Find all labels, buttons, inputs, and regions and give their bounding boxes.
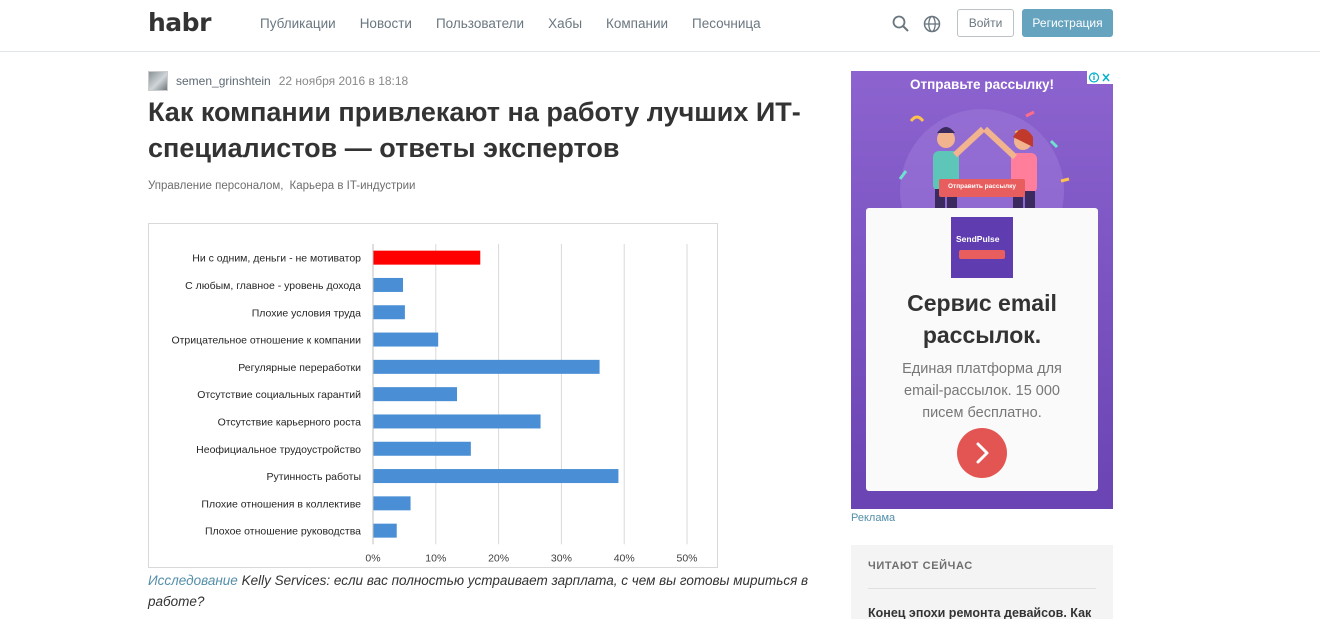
post-date: 22 ноября 2016 в 18:18 [278, 74, 409, 88]
globe-icon[interactable] [922, 14, 942, 34]
bar [373, 305, 405, 320]
ad-title: Сервис email рассылок. [907, 290, 1057, 348]
divider [868, 588, 1096, 589]
register-button[interactable]: Регистрация [1022, 9, 1113, 37]
category-label: Регулярные переработки [238, 362, 361, 374]
ad-go-button[interactable] [957, 428, 1007, 478]
bar [373, 359, 600, 374]
post-meta: semen_grinshtein 22 ноября 2016 в 18:18 [148, 70, 408, 92]
ad-illustration-button: Отправить рассылку [947, 183, 1017, 190]
ad-description: Единая платформа для email-рассылок. 15 … [902, 361, 1062, 421]
category-label: Плохие отношения в коллективе [201, 498, 361, 510]
nav-publications[interactable]: Публикации [260, 16, 336, 31]
category-label: Ни с одним, деньги - не мотиватор [192, 253, 361, 265]
figure-caption: Исследование Kelly Services: если вас по… [148, 570, 838, 612]
category-label: Неофициальное трудоустройство [196, 444, 361, 456]
ad-label[interactable]: Реклама [851, 512, 895, 524]
category-label: Рутинность работы [267, 471, 361, 483]
x-tick-label: 20% [488, 552, 509, 564]
study-link[interactable]: Исследование [148, 573, 238, 588]
x-tick-label: 40% [614, 552, 635, 564]
login-button[interactable]: Войти [957, 9, 1014, 37]
bar [373, 523, 397, 538]
nav-companies[interactable]: Компании [606, 16, 668, 31]
hub-link[interactable]: Карьера в IT-индустрии [290, 180, 416, 192]
reading-now-item[interactable]: Конец эпохи ремонта девайсов. Как [868, 606, 1091, 619]
nav-users[interactable]: Пользователи [436, 16, 524, 31]
search-icon[interactable] [891, 14, 911, 34]
bar [373, 277, 404, 292]
caption-text: Kelly Services: если вас полностью устра… [148, 573, 809, 609]
x-tick-label: 0% [365, 552, 380, 564]
bar [373, 496, 411, 511]
category-label: Отсутствие социальных гарантий [197, 389, 361, 401]
bar [373, 441, 471, 456]
post-title: Как компании привлекают на работу лучших… [148, 97, 801, 163]
bar [373, 387, 458, 402]
category-label: Отрицательное отношение к компании [171, 335, 361, 347]
bar-chart-figure: 0% 10% 20% 30% 40% 50% Ни с одним, деньги - не… [148, 223, 718, 568]
reading-now-widget: ЧИТАЮТ СЕЙЧАС Конец эпохи ремонта девайс… [851, 545, 1113, 619]
habr-logo[interactable]: habr [148, 8, 211, 37]
ad-info-close-icon [1088, 72, 1110, 83]
bar [373, 332, 439, 347]
main-nav: Публикации Новости Пользователи Хабы Ком… [260, 16, 761, 31]
post-hubs: Управление персоналом, Карьера в IT-инду… [148, 180, 415, 192]
category-label: Отсутствие карьерного роста [218, 416, 362, 428]
sidebar-ad-banner[interactable]: Отправьте рассылку! Отправить рассылку S… [851, 71, 1113, 509]
bar [373, 469, 619, 484]
nav-sandbox[interactable]: Песочница [692, 16, 761, 31]
author-avatar[interactable] [148, 71, 168, 91]
bar [373, 414, 541, 429]
ad-choices[interactable] [1087, 71, 1113, 84]
ad-headline: Отправьте рассылку! [910, 77, 1054, 92]
x-tick-label: 50% [676, 552, 697, 564]
x-tick-label: 10% [425, 552, 446, 564]
nav-hubs[interactable]: Хабы [548, 16, 582, 31]
chevron-right-icon [976, 442, 989, 464]
author-link[interactable]: semen_grinshtein [176, 74, 271, 88]
ad-card: SendPulse Сервис email рассылок. Единая … [866, 208, 1098, 491]
top-navbar: habr Публикации Новости Пользователи Хаб… [0, 0, 1320, 52]
sendpulse-logo: SendPulse [951, 217, 1013, 278]
nav-news[interactable]: Новости [360, 16, 412, 31]
hub-link[interactable]: Управление персоналом, [148, 180, 284, 192]
category-label: Плохое отношение руководства [205, 526, 361, 538]
reading-now-heading: ЧИТАЮТ СЕЙЧАС [868, 560, 973, 572]
bar-chart: 0% 10% 20% 30% 40% 50% Ни с одним, деньги - не… [171, 244, 698, 564]
bar-highlight [373, 250, 481, 265]
x-tick-label: 30% [551, 552, 572, 564]
category-label: С любым, главное - уровень дохода [185, 280, 361, 292]
category-label: Плохие условия труда [252, 307, 361, 319]
sendpulse-logo-text: SendPulse [956, 234, 1000, 244]
